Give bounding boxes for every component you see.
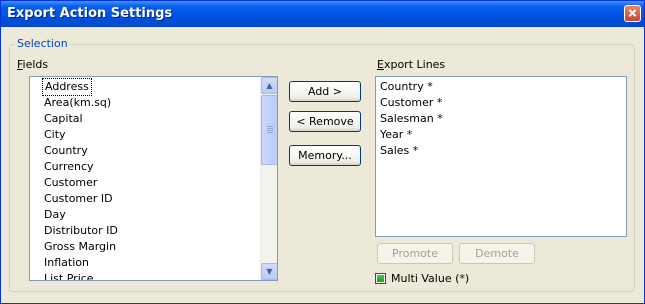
export-line-item[interactable]: Country * bbox=[380, 79, 433, 95]
export-lines-listbox[interactable]: Country * Customer * Salesman * Year * S… bbox=[375, 76, 627, 237]
export-lines-mnemonic: E bbox=[377, 58, 384, 71]
remove-button-label: < Remove bbox=[296, 115, 354, 128]
field-item[interactable]: Capital bbox=[44, 111, 83, 127]
fields-label-rest: ields bbox=[22, 58, 49, 71]
window-title: Export Action Settings bbox=[7, 6, 173, 21]
close-button[interactable] bbox=[624, 5, 641, 22]
chevron-down-icon: ▼ bbox=[266, 267, 273, 276]
fields-scrollbar[interactable]: ▲ ▼ bbox=[260, 77, 277, 280]
field-item[interactable]: Customer bbox=[44, 175, 97, 191]
export-line-item[interactable]: Customer * bbox=[380, 95, 442, 111]
demote-button[interactable]: Demote bbox=[459, 243, 535, 264]
remove-button[interactable]: < Remove bbox=[289, 111, 361, 132]
demote-button-label: Demote bbox=[475, 247, 519, 260]
field-item[interactable]: Area(km.sq) bbox=[44, 95, 111, 111]
add-button-label: Add > bbox=[307, 85, 342, 98]
field-item[interactable]: Gross Margin bbox=[44, 239, 116, 255]
field-item[interactable]: Day bbox=[44, 207, 66, 223]
multi-value-checkbox[interactable] bbox=[375, 273, 386, 284]
grip-line bbox=[267, 130, 273, 131]
title-bar[interactable]: Export Action Settings bbox=[1, 1, 644, 27]
fields-listbox[interactable]: Address Area(km.sq) Capital City Country… bbox=[29, 76, 278, 281]
memory-button-label: Memory... bbox=[298, 149, 352, 162]
export-lines-rest: xport Lines bbox=[383, 58, 446, 71]
field-item[interactable]: List Price bbox=[44, 271, 94, 280]
field-item[interactable]: Currency bbox=[44, 159, 94, 175]
field-item[interactable]: Distributor ID bbox=[44, 223, 118, 239]
export-line-item[interactable]: Year * bbox=[380, 127, 412, 143]
export-line-item[interactable]: Sales * bbox=[380, 143, 418, 159]
selection-legend: Selection bbox=[15, 37, 70, 50]
multi-value-label[interactable]: Multi Value (*) bbox=[391, 272, 469, 285]
export-line-item[interactable]: Salesman * bbox=[380, 111, 443, 127]
scroll-thumb[interactable] bbox=[261, 95, 277, 165]
field-item[interactable]: Inflation bbox=[44, 255, 89, 271]
checkbox-check-mark bbox=[377, 275, 384, 282]
scroll-down-button[interactable]: ▼ bbox=[261, 263, 277, 280]
grip-line bbox=[267, 126, 273, 127]
export-lines-label: Export Lines bbox=[377, 58, 445, 71]
fields-label: Fields bbox=[17, 58, 48, 71]
grip-line bbox=[267, 132, 273, 133]
scroll-up-button[interactable]: ▲ bbox=[261, 77, 277, 94]
field-item[interactable]: Country bbox=[44, 143, 88, 159]
promote-button-label: Promote bbox=[392, 247, 438, 260]
field-item[interactable]: City bbox=[44, 127, 66, 143]
field-item[interactable]: Address bbox=[42, 78, 92, 96]
chevron-up-icon: ▲ bbox=[266, 81, 273, 90]
promote-button[interactable]: Promote bbox=[377, 243, 453, 264]
memory-button[interactable]: Memory... bbox=[289, 145, 361, 166]
grip-line bbox=[267, 128, 273, 129]
add-button[interactable]: Add > bbox=[289, 81, 361, 102]
field-item[interactable]: Customer ID bbox=[44, 191, 113, 207]
